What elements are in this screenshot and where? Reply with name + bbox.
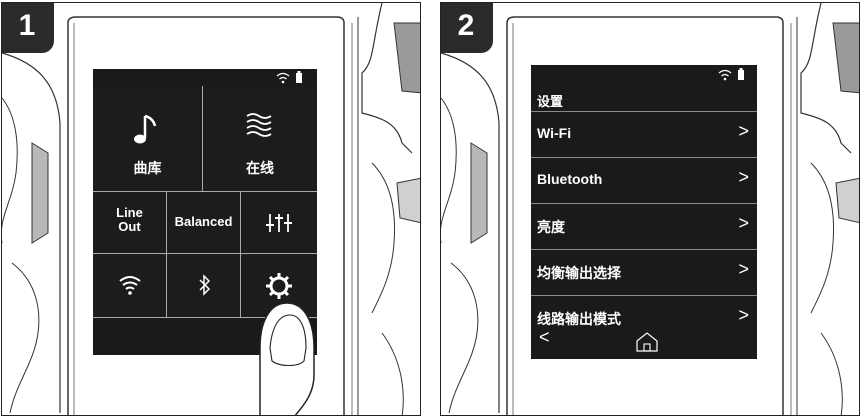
- online-waves-icon: [246, 113, 272, 137]
- settings-item-brightness[interactable]: 亮度 >: [531, 203, 757, 247]
- wifi-icon: [119, 276, 141, 295]
- music-note-icon: [134, 114, 157, 144]
- balanced-label: Balanced: [174, 214, 233, 229]
- settings-title: 设置: [537, 94, 564, 109]
- home-screen: 曲库 在线 Line Out Balanced: [93, 69, 317, 355]
- chevron-right-icon: >: [738, 259, 749, 279]
- battery-icon: [296, 71, 302, 83]
- online-tile[interactable]: 在线: [203, 86, 317, 192]
- equalizer-icon: [266, 214, 292, 232]
- settings-item-label: 线路输出模式: [537, 311, 621, 327]
- line-out-label-1: Line: [116, 205, 143, 220]
- equalizer-tile[interactable]: [241, 192, 317, 254]
- status-bar: [276, 71, 302, 84]
- bluetooth-tile[interactable]: [167, 254, 241, 318]
- settings-item-label: 亮度: [537, 219, 565, 235]
- wifi-tile[interactable]: [93, 254, 167, 318]
- settings-item-wifi[interactable]: Wi-Fi >: [531, 111, 757, 155]
- status-bar: [718, 68, 744, 81]
- bluetooth-icon: [199, 274, 211, 296]
- online-label: 在线: [246, 160, 274, 176]
- library-tile[interactable]: 曲库: [93, 86, 203, 192]
- settings-tile[interactable]: [241, 254, 317, 318]
- chevron-right-icon: >: [738, 213, 749, 233]
- battery-icon: [738, 68, 744, 80]
- home-icon[interactable]: [634, 331, 660, 353]
- back-arrow-icon[interactable]: <: [539, 327, 550, 348]
- wifi-status-icon: [276, 72, 290, 84]
- chevron-right-icon: >: [738, 305, 749, 325]
- line-out-label-2: Out: [118, 219, 141, 234]
- step-number-badge: 2: [441, 3, 493, 53]
- settings-item-label: Wi-Fi: [537, 125, 572, 141]
- wifi-status-icon: [718, 69, 732, 81]
- balanced-tile[interactable]: Balanced: [167, 192, 241, 254]
- chevron-right-icon: >: [738, 167, 749, 187]
- step-number-badge: 1: [2, 3, 54, 53]
- step2-panel: 2 设置 Wi-Fi > Bluetooth > 亮度 > 均衡输出选择 > 线…: [440, 2, 860, 416]
- settings-item-bluetooth[interactable]: Bluetooth >: [531, 157, 757, 201]
- settings-item-label: 均衡输出选择: [537, 265, 621, 281]
- settings-item-balanced-output[interactable]: 均衡输出选择 >: [531, 249, 757, 293]
- settings-item-label: Bluetooth: [537, 171, 603, 187]
- chevron-right-icon: >: [738, 121, 749, 141]
- step1-panel: 1 曲库 在线 Line Out Balanced: [1, 2, 421, 416]
- settings-screen: 设置 Wi-Fi > Bluetooth > 亮度 > 均衡输出选择 > 线路输…: [531, 65, 757, 359]
- line-out-tile[interactable]: Line Out: [93, 192, 167, 254]
- settings-gear-icon: [266, 273, 292, 299]
- library-label: 曲库: [133, 160, 162, 176]
